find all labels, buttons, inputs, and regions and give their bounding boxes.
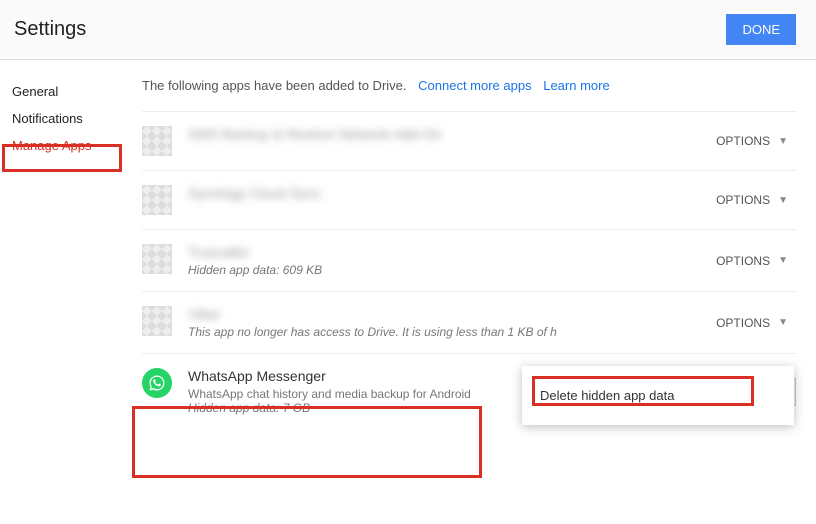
delete-hidden-app-data-item[interactable]: Delete hidden app data [522,380,794,411]
whatsapp-icon [142,368,172,398]
app-icon [142,306,172,336]
options-label: OPTIONS [716,134,770,148]
options-button[interactable]: OPTIONS ▼ [708,248,796,274]
options-button[interactable]: OPTIONS ▼ [708,128,796,154]
app-title: Truecaller [188,244,708,260]
app-title: Viber [188,306,708,322]
done-button[interactable]: DONE [726,14,796,45]
app-subtitle: Hidden app data: 609 KB [188,263,708,277]
app-row: Viber This app no longer has access to D… [142,291,796,353]
intro-message: The following apps have been added to Dr… [142,78,407,93]
options-label: OPTIONS [716,316,770,330]
app-icon [142,126,172,156]
intro-text: The following apps have been added to Dr… [142,78,796,93]
app-icon [142,185,172,215]
connect-more-apps-link[interactable]: Connect more apps [418,78,531,93]
app-row: Synology Cloud Sync OPTIONS ▼ [142,170,796,229]
options-button[interactable]: OPTIONS ▼ [708,310,796,336]
sidebar-item-general[interactable]: General [12,78,130,105]
learn-more-link[interactable]: Learn more [543,78,609,93]
chevron-down-icon: ▼ [778,195,788,206]
options-button[interactable]: OPTIONS ▼ [708,187,796,213]
sidebar-item-manage-apps[interactable]: Manage Apps [12,132,130,159]
options-dropdown: Delete hidden app data [522,366,794,425]
app-subtitle: This app no longer has access to Drive. … [188,325,708,339]
chevron-down-icon: ▼ [778,317,788,328]
page-title: Settings [14,18,86,41]
app-row: SMS Backup & Restore Network Add-On OPTI… [142,111,796,170]
settings-header: Settings DONE [0,0,816,60]
app-icon [142,244,172,274]
chevron-down-icon: ▼ [778,136,788,147]
chevron-down-icon: ▼ [778,255,788,266]
options-label: OPTIONS [716,193,770,207]
app-title: SMS Backup & Restore Network Add-On [188,126,708,142]
settings-sidebar: General Notifications Manage Apps [0,60,130,429]
options-label: OPTIONS [716,254,770,268]
app-title: Synology Cloud Sync [188,185,708,201]
app-row: Truecaller Hidden app data: 609 KB OPTIO… [142,229,796,291]
sidebar-item-notifications[interactable]: Notifications [12,105,130,132]
